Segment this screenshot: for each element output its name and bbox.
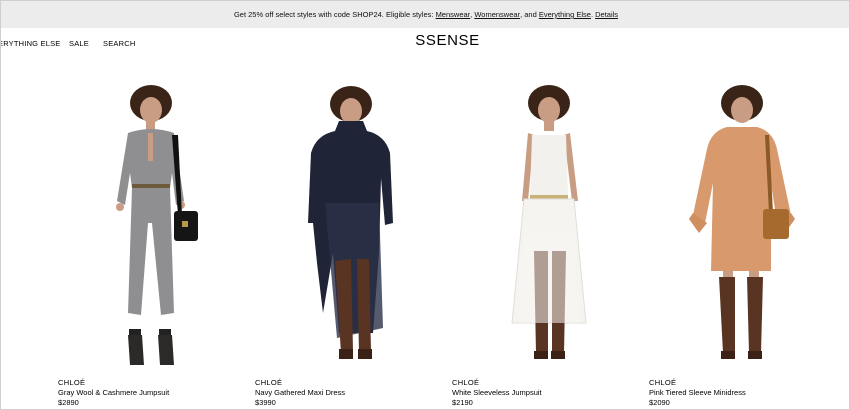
product-name[interactable]: Pink Tiered Sleeve Minidress bbox=[649, 388, 746, 397]
product-price: $2190 bbox=[452, 398, 473, 407]
promo-details-link[interactable]: Details bbox=[595, 10, 618, 19]
promo-separator: , and bbox=[520, 10, 539, 19]
product-card[interactable]: CHLOÉ White Sleeveless Jumpsuit $2190 bbox=[452, 83, 642, 409]
product-price: $2890 bbox=[58, 398, 79, 407]
product-brand[interactable]: CHLOÉ bbox=[452, 378, 479, 387]
product-brand[interactable]: CHLOÉ bbox=[58, 378, 85, 387]
product-price: $3990 bbox=[255, 398, 276, 407]
promo-text: Get 25% off select styles with code SHOP… bbox=[233, 10, 436, 19]
product-brand[interactable]: CHLOÉ bbox=[649, 378, 676, 387]
product-name[interactable]: White Sleeveless Jumpsuit bbox=[452, 388, 542, 397]
product-card[interactable]: CHLOÉ Pink Tiered Sleeve Minidress $2090 bbox=[649, 83, 839, 409]
page-frame: Get 25% off select styles with code SHOP… bbox=[0, 0, 850, 410]
product-price: $2090 bbox=[649, 398, 670, 407]
product-card[interactable]: CHLOÉ Navy Gathered Maxi Dress $3990 bbox=[255, 83, 445, 409]
product-image[interactable] bbox=[255, 83, 445, 373]
product-image[interactable] bbox=[452, 83, 642, 373]
product-brand[interactable]: CHLOÉ bbox=[255, 378, 282, 387]
promo-link-womenswear[interactable]: Womenswear bbox=[474, 10, 520, 19]
promo-link-menswear[interactable]: Menswear bbox=[436, 10, 471, 19]
product-image[interactable] bbox=[649, 83, 839, 373]
product-name[interactable]: Navy Gathered Maxi Dress bbox=[255, 388, 345, 397]
promo-link-everything-else[interactable]: Everything Else bbox=[539, 10, 591, 19]
product-image[interactable] bbox=[58, 83, 248, 373]
product-card[interactable]: CHLOÉ Gray Wool & Cashmere Jumpsuit $289… bbox=[58, 83, 248, 409]
product-name[interactable]: Gray Wool & Cashmere Jumpsuit bbox=[58, 388, 169, 397]
ssense-logo[interactable]: SSENSE bbox=[1, 32, 849, 49]
promo-banner: Get 25% off select styles with code SHOP… bbox=[1, 1, 849, 28]
